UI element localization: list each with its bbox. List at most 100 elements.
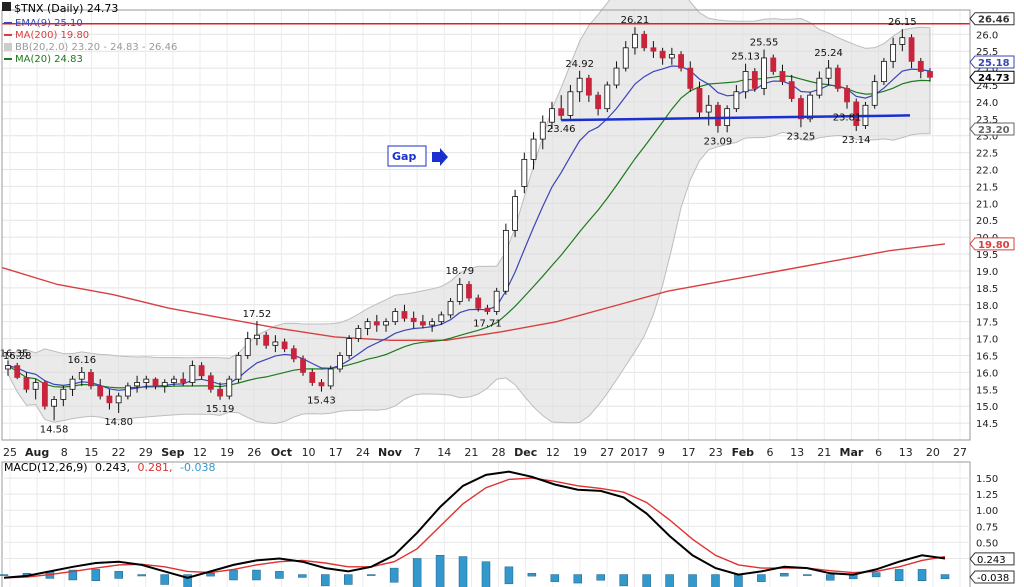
- candle-body: [788, 81, 795, 99]
- x-tick-label: Feb: [732, 446, 755, 459]
- macd-histogram-bar: [688, 574, 697, 587]
- x-tick-label: 27: [600, 446, 614, 459]
- candle-body: [521, 158, 528, 187]
- candle-body: [60, 388, 67, 400]
- legend: $TNX (Daily) 24.73 EMA(9) 25.10 MA(200) …: [2, 2, 177, 65]
- x-tick-label: Dec: [514, 446, 537, 459]
- candle-body: [226, 378, 233, 397]
- x-tick-label: 23: [709, 446, 723, 459]
- x-tick-label: 21: [464, 446, 478, 459]
- macd-histogram-bar: [275, 571, 284, 579]
- candle-body: [327, 368, 334, 387]
- x-tick-label: 20: [926, 446, 940, 459]
- x-tick-label: 12: [546, 446, 560, 459]
- candle-body: [604, 84, 611, 110]
- macd-y-tick-label: 1.50: [976, 474, 998, 485]
- chart-logo-icon: [2, 2, 11, 11]
- candle-body: [641, 33, 648, 49]
- candle-body: [318, 382, 325, 387]
- candle-body: [254, 334, 260, 339]
- candle-body: [373, 321, 380, 326]
- macd-histogram-bar: [321, 574, 330, 587]
- price-tag-label: 23.20: [978, 125, 1010, 136]
- price-annotation: 24.92: [565, 59, 594, 70]
- macd-histogram-bar: [825, 574, 835, 581]
- price-annotation: 25.13: [731, 52, 760, 63]
- macd-line: [3, 470, 946, 579]
- candle-body: [779, 71, 786, 83]
- candle-body: [32, 382, 39, 390]
- candle-body: [613, 67, 620, 86]
- macd-histogram-bar: [550, 574, 560, 582]
- candle-body: [14, 365, 21, 378]
- macd-histogram-bar: [734, 574, 743, 587]
- macd-histogram-bar: [160, 574, 169, 585]
- macd-histogram-bar: [803, 574, 812, 576]
- macd-histogram-bar: [114, 571, 124, 579]
- y-tick-label: 19.5: [976, 250, 998, 261]
- candle-body: [355, 328, 362, 339]
- candle-body: [281, 341, 288, 350]
- candle-body: [401, 311, 408, 319]
- candle-body: [650, 47, 657, 52]
- x-tick-label: 19: [573, 446, 587, 459]
- candle-body: [51, 399, 57, 407]
- price-annotation: 17.71: [473, 319, 502, 330]
- x-tick-label: 21: [817, 446, 831, 459]
- macd-y-tick-label: 0.75: [976, 522, 998, 533]
- arrow-right-icon: [432, 148, 448, 166]
- symbol-title: $TNX (Daily) 24.73: [14, 2, 118, 15]
- candle-body: [410, 317, 417, 323]
- candle-body: [558, 108, 565, 116]
- candle-body: [364, 321, 371, 329]
- candle-body: [309, 371, 316, 383]
- y-tick-label: 24.0: [976, 98, 998, 109]
- candle-body: [705, 104, 712, 113]
- price-annotation: 23.14: [842, 135, 871, 146]
- candle-body: [189, 365, 196, 383]
- candle-body: [834, 67, 841, 89]
- candle-body: [908, 37, 915, 62]
- macd-histogram-bar: [757, 574, 766, 582]
- candle-body: [143, 378, 150, 383]
- candle-body: [576, 77, 583, 93]
- candle-body: [115, 395, 122, 404]
- x-tick-label: 9: [658, 446, 665, 459]
- price-annotation: 25.24: [814, 48, 843, 59]
- candle-body: [69, 378, 76, 390]
- candle-body: [23, 377, 30, 390]
- x-tick-label: 22: [112, 446, 126, 459]
- macd-histogram-bar: [366, 574, 376, 576]
- macd-histogram-bar: [780, 573, 789, 577]
- candle-body: [899, 37, 906, 45]
- candle-body: [696, 87, 703, 113]
- price-tag-label: 25.18: [978, 58, 1010, 69]
- macd-legend: MACD(12,26,9) 0.243, 0.281, -0.038: [4, 461, 216, 474]
- x-tick-label: 17: [329, 446, 343, 459]
- candle-body: [512, 196, 518, 231]
- candle-body: [475, 297, 482, 309]
- y-tick-label: 18.5: [976, 284, 998, 295]
- gap-label: Gap: [392, 150, 416, 163]
- x-tick-label: Mar: [840, 446, 864, 459]
- candle-body: [180, 378, 187, 383]
- candle-body: [890, 44, 897, 62]
- macd-price-tag-label: -0.038: [977, 573, 1009, 584]
- candle-body: [927, 71, 933, 78]
- y-tick-label: 16.5: [976, 351, 998, 362]
- macd-histogram-bar: [412, 558, 422, 587]
- macd-histogram-bar: [596, 574, 605, 581]
- macd-signal-value: 0.281,: [138, 461, 173, 474]
- macd-histogram-bar: [642, 574, 651, 587]
- macd-y-tick-label: 1.00: [976, 506, 998, 517]
- candle-body: [244, 338, 251, 356]
- y-tick-label: 22.5: [976, 149, 998, 160]
- x-tick-label: 2017: [620, 446, 648, 459]
- bollinger-band: [7, 0, 931, 424]
- x-tick-label: 12: [193, 446, 207, 459]
- legend-ema: EMA(9) 25.10: [15, 18, 83, 29]
- candle-body: [761, 57, 767, 89]
- macd-histogram-bar: [91, 569, 101, 581]
- macd-histogram-bar: [137, 574, 146, 577]
- candle-body: [502, 229, 509, 292]
